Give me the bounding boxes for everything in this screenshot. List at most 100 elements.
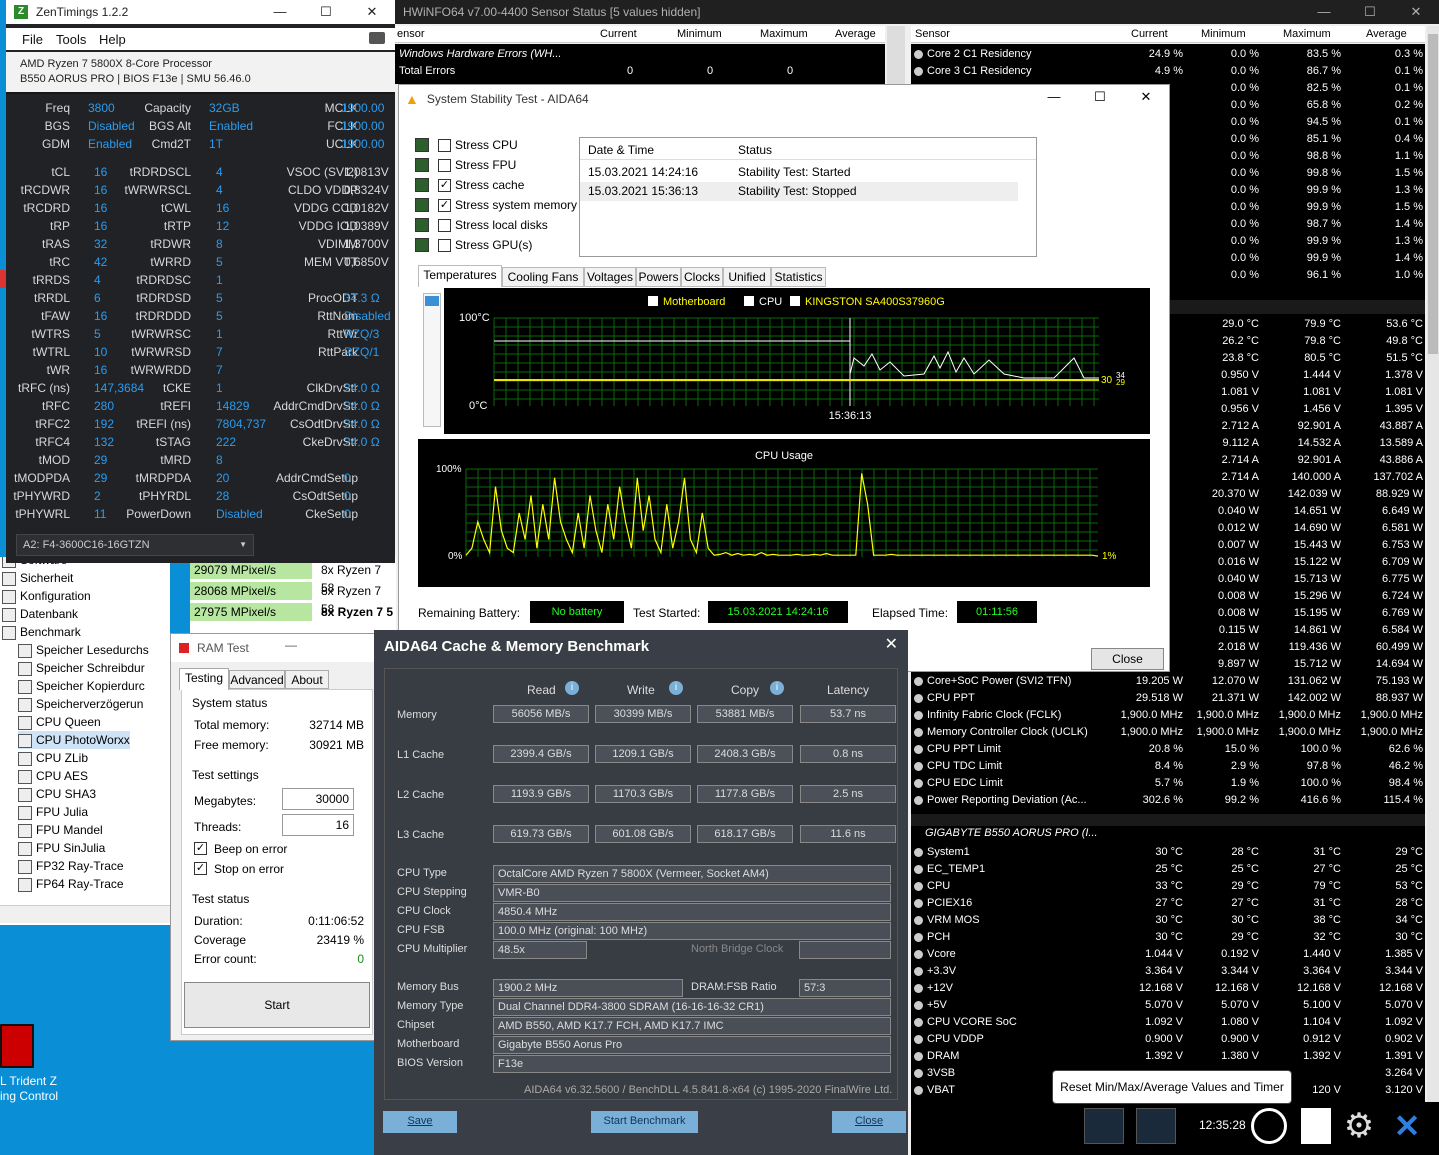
table-row[interactable]: 15.03.2021 14:24:16 Stability Test: Start… <box>580 163 1018 182</box>
minimize-button[interactable]: — <box>257 0 303 24</box>
table-row[interactable]: EC_TEMP1 25 °C 25 °C 27 °C 25 °C <box>911 861 1425 878</box>
info-icon[interactable]: i <box>669 681 683 695</box>
tab[interactable]: Temperatures <box>418 265 502 287</box>
tree-item[interactable]: CPU SHA3 <box>18 785 96 803</box>
stress-checkbox[interactable] <box>438 159 451 172</box>
menu-tools[interactable]: Tools <box>56 32 86 47</box>
maximize-button[interactable]: ☐ <box>303 0 349 24</box>
tree-item[interactable]: Speicher Kopierdurc <box>18 677 145 695</box>
tree-item[interactable]: CPU ZLib <box>18 749 88 767</box>
table-row[interactable]: 27975 MPixel/s 8x Ryzen 7 5 <box>190 603 396 621</box>
start-button[interactable]: Start <box>184 982 370 1028</box>
table-row[interactable]: CPU 33 °C 29 °C 79 °C 53 °C <box>911 878 1425 895</box>
table-row[interactable]: Memory Controller Clock (UCLK) 1,900.0 MH… <box>911 724 1425 741</box>
stress-checkbox[interactable] <box>438 219 451 232</box>
table-row[interactable]: CPU VDDP 0.900 V 0.900 V 0.912 V 0.902 V <box>911 1031 1425 1048</box>
tree-item[interactable]: FPU SinJulia <box>18 839 105 857</box>
tree-item[interactable]: Sicherheit <box>2 569 73 587</box>
table-row[interactable]: DRAM 1.392 V 1.380 V 1.392 V 1.391 V <box>911 1048 1425 1065</box>
minimize-button[interactable]: — <box>285 638 297 652</box>
tab[interactable]: Clocks <box>681 267 723 287</box>
stress-checkbox[interactable] <box>438 239 451 252</box>
table-row[interactable]: Core 3 C1 Residency 4.9 % 0.0 % 86.7 % 0.1 % <box>911 63 1425 80</box>
table-row[interactable]: Infinity Fabric Clock (FCLK) 1,900.0 MHz 1… <box>911 707 1425 724</box>
threads-input[interactable]: 16 <box>282 814 354 836</box>
table-row[interactable]: Power Reporting Deviation (Ac... 302.6 % 9… <box>911 792 1425 809</box>
report-icon[interactable] <box>1301 1108 1331 1144</box>
column-header[interactable]: Date & Time <box>588 143 654 157</box>
table-row[interactable]: 28068 MPixel/s 8x Ryzen 7 58 <box>190 582 396 616</box>
menu-help[interactable]: Help <box>99 32 126 47</box>
close-button[interactable]: Close <box>832 1111 906 1133</box>
stop-checkbox[interactable]: ✓ <box>194 862 207 875</box>
maximize-button[interactable]: ☐ <box>1077 85 1123 109</box>
close-button[interactable]: ✕ <box>1393 0 1439 24</box>
tree-item[interactable]: CPU PhotoWorxx <box>18 731 130 749</box>
table-row[interactable]: Core+SoC Power (SVI2 TFN) 19.205 W 12.070 … <box>911 673 1425 690</box>
desktop-label[interactable]: L Trident Z <box>0 1074 57 1088</box>
clock-reset-icon[interactable] <box>1251 1108 1287 1144</box>
tree-item[interactable]: Speicher Schreibdur <box>18 659 145 677</box>
stress-label[interactable]: Stress CPU <box>455 138 518 152</box>
scrollbar[interactable] <box>887 26 905 86</box>
tree-item[interactable]: Benchmark <box>2 623 81 641</box>
tree-item[interactable]: FP32 Ray-Trace <box>18 857 124 875</box>
info-icon[interactable]: i <box>770 681 784 695</box>
table-row[interactable]: PCH 30 °C 29 °C 32 °C 30 °C <box>911 929 1425 946</box>
close-button[interactable]: Close <box>1091 648 1164 670</box>
table-row[interactable]: Total Errors 0 0 0 <box>395 63 885 80</box>
tree-item[interactable]: Datenbank <box>2 605 78 623</box>
table-row[interactable]: Core 2 C1 Residency 24.9 % 0.0 % 83.5 % 0.3 … <box>911 46 1425 63</box>
column-header[interactable]: Status <box>738 143 772 157</box>
table-row[interactable]: 15.03.2021 15:36:13 Stability Test: Stopp… <box>580 182 1018 201</box>
table-row[interactable]: System1 30 °C 28 °C 31 °C 29 °C <box>911 844 1425 861</box>
tab[interactable]: Cooling Fans <box>502 267 584 287</box>
close-icon[interactable]: ✕ <box>1389 1108 1425 1144</box>
network-icon[interactable] <box>1084 1108 1124 1144</box>
scrollbar[interactable] <box>0 905 170 923</box>
table-row[interactable]: CPU EDC Limit 5.7 % 1.9 % 100.0 % 98.4 % <box>911 775 1425 792</box>
tab[interactable]: Testing <box>179 668 229 690</box>
tree-item[interactable]: FPU Mandel <box>18 821 103 839</box>
table-row[interactable]: CPU PPT 29.518 W 21.371 W 142.002 W 88.937 W <box>911 690 1425 707</box>
table-row[interactable]: +5V 5.070 V 5.070 V 5.100 V 5.070 V <box>911 997 1425 1014</box>
scrollbar[interactable] <box>1427 26 1439 1102</box>
table-row[interactable]: CPU VCORE SoC 1.092 V 1.080 V 1.104 V 1.092 … <box>911 1014 1425 1031</box>
desktop-label[interactable]: ing Control <box>0 1089 58 1103</box>
tree-item[interactable]: CPU AES <box>18 767 88 785</box>
tree-item[interactable]: Speicher Lesedurchs <box>18 641 149 659</box>
menu-file[interactable]: File <box>22 32 43 47</box>
minimize-button[interactable]: — <box>1301 0 1347 24</box>
gear-icon[interactable]: ⚙ <box>1341 1108 1377 1144</box>
table-row[interactable]: PCIEX16 27 °C 27 °C 31 °C 28 °C <box>911 895 1425 912</box>
megabytes-input[interactable]: 30000 <box>282 788 354 810</box>
stress-label[interactable]: Stress GPU(s) <box>455 238 532 252</box>
beep-checkbox[interactable]: ✓ <box>194 842 207 855</box>
stress-label[interactable]: Stress local disks <box>455 218 548 232</box>
graph-slider[interactable] <box>423 293 441 427</box>
close-button[interactable]: ✕ <box>1123 85 1169 109</box>
stress-label[interactable]: Stress system memory <box>455 198 577 212</box>
stress-label[interactable]: Stress FPU <box>455 158 516 172</box>
tree-item[interactable]: Speicherverzögerun <box>18 695 143 713</box>
stress-checkbox[interactable] <box>438 139 451 152</box>
maximize-button[interactable]: ☐ <box>1347 0 1393 24</box>
table-row[interactable]: +12V 12.168 V 12.168 V 12.168 V 12.168 V <box>911 980 1425 997</box>
stress-label[interactable]: Stress cache <box>455 178 524 192</box>
close-icon[interactable]: ✕ <box>885 634 898 654</box>
table-row[interactable]: Vcore 1.044 V 0.192 V 1.440 V 1.385 V <box>911 946 1425 963</box>
tab[interactable]: Powers <box>636 267 681 287</box>
network-icon[interactable] <box>1136 1108 1176 1144</box>
tab[interactable]: Unified <box>723 267 771 287</box>
tree-item[interactable]: FP64 Ray-Trace <box>18 875 124 893</box>
close-button[interactable]: ✕ <box>349 0 395 24</box>
tree-item[interactable]: Konfiguration <box>2 587 91 605</box>
tab[interactable]: Statistics <box>771 267 826 287</box>
table-row[interactable]: CPU PPT Limit 20.8 % 15.0 % 100.0 % 62.6 % <box>911 741 1425 758</box>
start-benchmark-button[interactable]: Start Benchmark <box>591 1111 698 1133</box>
table-row[interactable]: +3.3V 3.364 V 3.344 V 3.364 V 3.344 V <box>911 963 1425 980</box>
tab[interactable]: Voltages <box>584 267 636 287</box>
table-row[interactable]: VRM MOS 30 °C 30 °C 38 °C 34 °C <box>911 912 1425 929</box>
save-button[interactable]: Save <box>383 1111 457 1133</box>
sensor-group-header[interactable]: GIGABYTE B550 AORUS PRO (I... <box>925 827 1098 839</box>
